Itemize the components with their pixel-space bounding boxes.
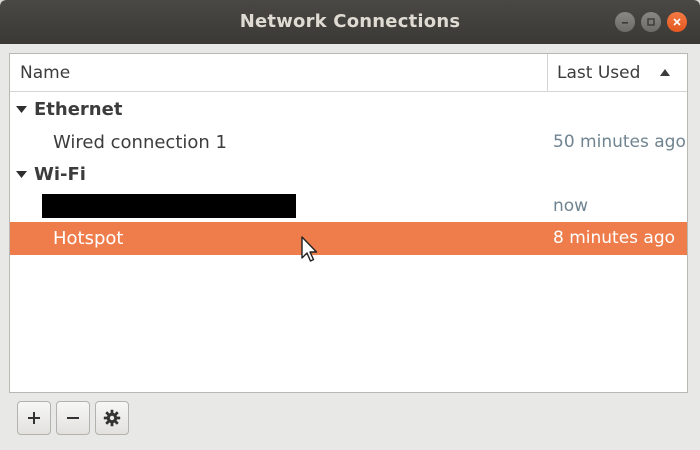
close-icon — [673, 18, 681, 26]
expander-expanded-icon[interactable] — [15, 170, 28, 179]
maximize-icon — [647, 18, 655, 26]
column-divider[interactable] — [547, 54, 548, 92]
edit-connection-button[interactable] — [95, 401, 129, 435]
list-header: Name Last Used — [10, 54, 687, 92]
plus-icon — [28, 412, 40, 424]
remove-connection-button[interactable] — [56, 401, 90, 435]
connection-name: Wired connection 1 — [53, 132, 227, 153]
column-header-last-used[interactable]: Last Used — [557, 54, 640, 92]
column-header-name[interactable]: Name — [20, 54, 70, 92]
minimize-icon — [622, 22, 628, 24]
connection-last-used: 8 minutes ago — [553, 228, 676, 248]
connection-row[interactable]: Wired connection 1 50 minutes ago — [10, 126, 687, 159]
connection-last-used: 50 minutes ago — [553, 132, 686, 152]
close-button[interactable] — [667, 12, 687, 32]
connection-name: Hotspot — [53, 228, 124, 249]
title-bar[interactable]: Network Connections — [0, 0, 700, 44]
group-row-wifi[interactable]: Wi-Fi — [10, 158, 687, 191]
group-row-ethernet[interactable]: Ethernet — [10, 93, 687, 126]
group-label-ethernet: Ethernet — [34, 99, 123, 120]
expander-expanded-icon[interactable] — [15, 105, 28, 114]
connection-row[interactable]: now — [10, 190, 687, 223]
gear-icon — [103, 409, 121, 427]
window-title: Network Connections — [239, 11, 461, 32]
minus-icon — [67, 417, 79, 419]
redacted-connection-name — [42, 194, 296, 218]
mouse-pointer-icon — [301, 236, 318, 262]
network-connections-window: Network Connections Name Last Used Ether… — [0, 0, 700, 450]
connection-last-used: now — [553, 196, 589, 216]
connections-list: Name Last Used Ethernet Wired connection… — [9, 53, 688, 393]
minimize-button[interactable] — [615, 12, 635, 32]
group-label-wifi: Wi-Fi — [34, 164, 86, 185]
connection-row-selected[interactable]: Hotspot 8 minutes ago — [10, 222, 687, 255]
maximize-button[interactable] — [641, 12, 661, 32]
add-connection-button[interactable] — [17, 401, 51, 435]
sort-ascending-icon[interactable] — [659, 68, 671, 77]
